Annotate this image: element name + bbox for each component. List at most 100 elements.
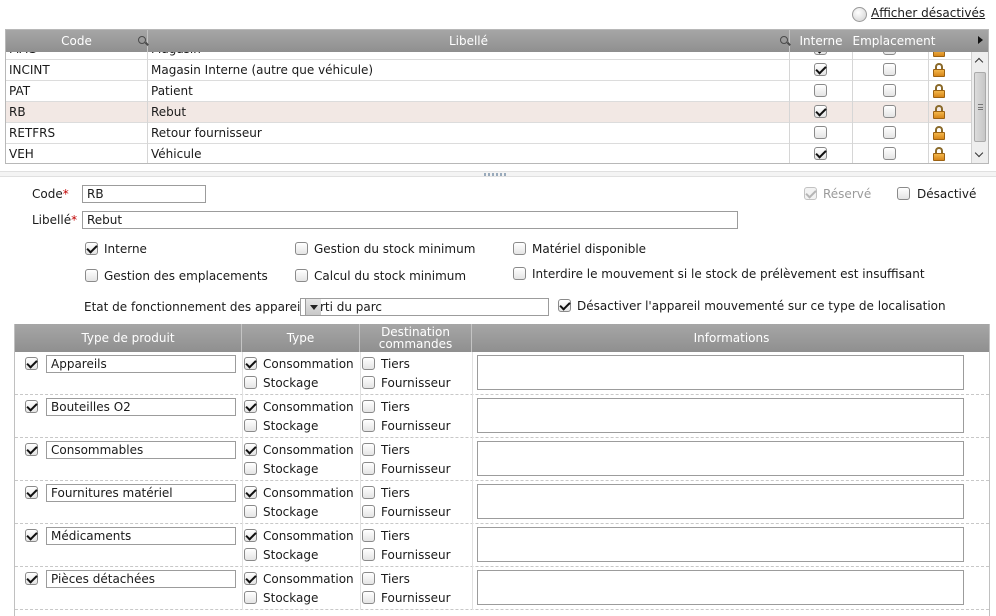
consommation-checkbox[interactable] [244, 357, 257, 370]
desactive-checkbox[interactable] [897, 187, 910, 200]
emplacement-checkbox[interactable] [883, 126, 896, 139]
table-row[interactable]: RETFRS Retour fournisseur [6, 123, 972, 144]
fournisseur-checkbox[interactable] [362, 419, 375, 432]
materiel-disponible-checkbox[interactable] [513, 242, 526, 255]
column-header-code[interactable]: Code [6, 30, 148, 52]
product-name-input[interactable]: Appareils [46, 355, 236, 373]
interne-checkbox[interactable] [814, 105, 827, 118]
emplacement-checkbox[interactable] [883, 52, 896, 55]
column-header-interne[interactable]: Interne [790, 30, 852, 52]
etat-select[interactable]: Sorti du parc [300, 298, 549, 316]
show-deactivated-link[interactable]: Afficher désactivés [871, 6, 985, 20]
table-row[interactable]: MAG Magasin [6, 52, 972, 60]
table-row[interactable]: VEH Véhicule [6, 144, 972, 163]
consommation-checkbox[interactable] [244, 486, 257, 499]
splitter-grip-icon[interactable] [484, 173, 506, 176]
grid-header: Code Libellé Interne Emplacement [6, 30, 988, 52]
column-header-emplacement[interactable]: Emplacement [852, 30, 936, 52]
consommation-checkbox[interactable] [244, 400, 257, 413]
scroll-up-icon[interactable] [972, 52, 988, 68]
informations-textarea[interactable] [477, 527, 964, 562]
fournisseur-checkbox[interactable] [362, 505, 375, 518]
table-row[interactable]: INCINT Magasin Interne (autre que véhicul… [6, 60, 972, 81]
informations-textarea[interactable] [477, 441, 964, 476]
interne-checkbox[interactable] [814, 52, 827, 55]
product-enabled-checkbox[interactable] [25, 400, 38, 413]
lock-icon[interactable] [933, 52, 945, 57]
fournisseur-checkbox[interactable] [362, 462, 375, 475]
interdire-mouvement-checkbox[interactable] [513, 267, 526, 280]
interne-checkbox[interactable] [814, 63, 827, 76]
tiers-checkbox[interactable] [362, 443, 375, 456]
consommation-checkbox[interactable] [244, 529, 257, 542]
table-row[interactable]: RB Rebut [6, 102, 972, 123]
product-name-input[interactable]: Fournitures matériel [46, 484, 236, 502]
search-icon[interactable] [780, 36, 788, 44]
stockage-checkbox[interactable] [244, 462, 257, 475]
interne-checkbox[interactable] [814, 147, 827, 160]
informations-textarea[interactable] [477, 484, 964, 519]
interne-checkbox[interactable] [814, 84, 827, 97]
desactiver-appareil-checkbox[interactable] [558, 299, 571, 312]
calcul-stock-min-checkbox[interactable] [295, 269, 308, 282]
column-header-libelle[interactable]: Libellé [148, 30, 790, 52]
lock-icon[interactable] [933, 63, 945, 77]
emplacement-checkbox[interactable] [883, 147, 896, 160]
product-enabled-checkbox[interactable] [25, 529, 38, 542]
product-enabled-checkbox[interactable] [25, 572, 38, 585]
lock-icon[interactable] [933, 126, 945, 140]
tiers-checkbox[interactable] [362, 486, 375, 499]
product-enabled-checkbox[interactable] [25, 357, 38, 370]
row-emplacement-cell [853, 144, 929, 163]
grip-icon [978, 104, 983, 110]
stockage-checkbox[interactable] [244, 376, 257, 389]
informations-textarea[interactable] [477, 355, 964, 390]
interne-checkbox[interactable] [85, 242, 98, 255]
column-menu-arrow-icon[interactable] [978, 36, 983, 44]
consommation-checkbox[interactable] [244, 572, 257, 585]
row-libelle: Magasin Interne (autre que véhicule) [148, 60, 790, 81]
lock-icon[interactable] [933, 147, 945, 161]
search-icon[interactable] [138, 36, 146, 44]
reserve-checkbox[interactable] [804, 187, 817, 200]
product-name-input[interactable]: Consommables [46, 441, 236, 459]
emplacement-checkbox[interactable] [883, 84, 896, 97]
libelle-input[interactable]: Rebut [82, 211, 738, 229]
informations-textarea[interactable] [477, 570, 964, 605]
informations-textarea[interactable] [477, 398, 964, 433]
chevron-down-icon[interactable] [305, 299, 321, 315]
scroll-down-icon[interactable] [972, 147, 988, 163]
product-name-input[interactable]: Bouteilles O2 [46, 398, 236, 416]
show-deactivated-radio-icon[interactable] [852, 7, 867, 22]
product-name-input[interactable]: Médicaments [46, 527, 236, 545]
tiers-checkbox[interactable] [362, 400, 375, 413]
fournisseur-checkbox[interactable] [362, 376, 375, 389]
fournisseur-checkbox[interactable] [362, 591, 375, 604]
product-enabled-checkbox[interactable] [25, 443, 38, 456]
emplacement-checkbox[interactable] [883, 105, 896, 118]
gestion-stock-min-checkbox[interactable] [295, 242, 308, 255]
tiers-checkbox[interactable] [362, 572, 375, 585]
stockage-checkbox[interactable] [244, 505, 257, 518]
emplacement-checkbox[interactable] [883, 63, 896, 76]
grid-scrollbar[interactable] [971, 52, 988, 163]
code-input[interactable]: RB [82, 185, 206, 203]
stockage-checkbox[interactable] [244, 591, 257, 604]
stockage-checkbox[interactable] [244, 548, 257, 561]
tiers-checkbox[interactable] [362, 529, 375, 542]
lock-icon[interactable] [933, 105, 945, 119]
product-enabled-checkbox[interactable] [25, 486, 38, 499]
lock-icon[interactable] [933, 84, 945, 98]
fournisseur-checkbox[interactable] [362, 548, 375, 561]
gestion-emplacements-checkbox[interactable] [85, 269, 98, 282]
row-libelle: Patient [148, 81, 790, 102]
tiers-checkbox[interactable] [362, 357, 375, 370]
desactive-label: Désactivé [917, 187, 977, 201]
pane-splitter[interactable] [0, 171, 996, 177]
scrollbar-thumb[interactable] [974, 72, 986, 142]
consommation-checkbox[interactable] [244, 443, 257, 456]
product-name-input[interactable]: Pièces détachées [46, 570, 236, 588]
table-row[interactable]: PAT Patient [6, 81, 972, 102]
stockage-checkbox[interactable] [244, 419, 257, 432]
interne-checkbox[interactable] [814, 126, 827, 139]
